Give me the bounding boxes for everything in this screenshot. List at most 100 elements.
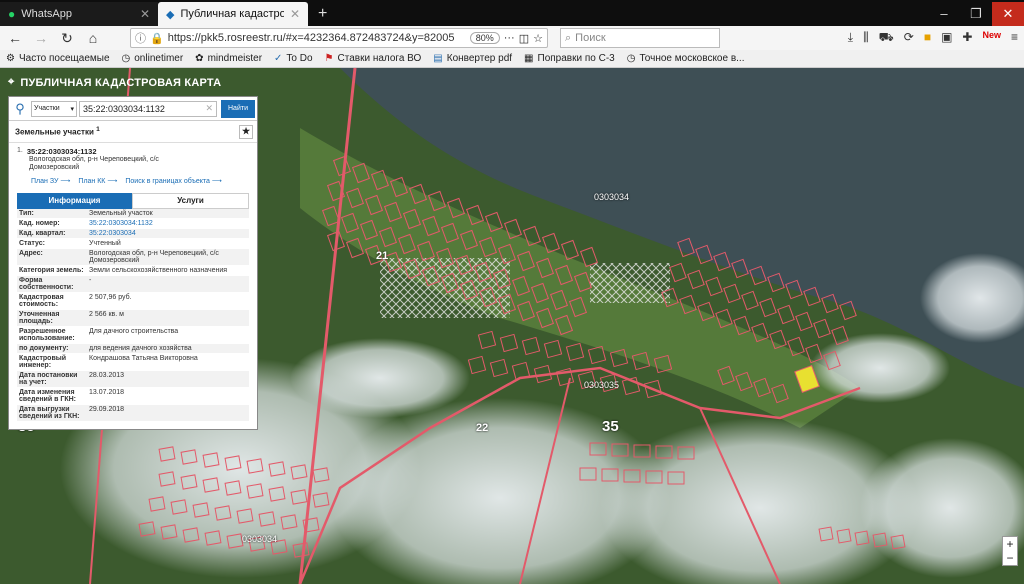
info-value: 28.03.2013 (89, 371, 125, 379)
info-tabs: Информация Услуги (17, 192, 249, 209)
plan-zu-link[interactable]: План ЗУ ⟶ (31, 177, 70, 185)
document-icon: ▦ (524, 53, 534, 64)
info-value: 29.09.2018 (89, 405, 125, 413)
bookmark-item[interactable]: ✓ To Do (274, 53, 313, 64)
bookmark-item[interactable]: ⚑ Ставки налога ВО (325, 53, 422, 64)
result-links: План ЗУ ⟶ План КК ⟶ Поиск в границах объ… (17, 177, 249, 185)
info-label: Статус: (19, 239, 45, 247)
info-label: Категория земель: (19, 266, 84, 274)
extension-icon[interactable]: ▣ (941, 30, 952, 46)
extension-icon[interactable]: ✚ (962, 30, 972, 46)
hatched-zone (590, 263, 670, 303)
url-bar[interactable]: ⓘ 🔒 https://pkk5.rosreestr.ru/#x=4232364… (130, 28, 548, 48)
app-title-text: ПУБЛИЧНАЯ КАДАСТРОВАЯ КАРТА (20, 76, 222, 89)
cart-icon[interactable]: ⛟ (879, 30, 894, 46)
info-row: Дата выгрузки сведений из ГКН: 29.09.2018 (17, 404, 249, 422)
new-badge-icon[interactable]: New (982, 30, 1001, 46)
bookmark-label: Часто посещаемые (18, 53, 110, 64)
more-icon[interactable]: ··· (504, 32, 515, 44)
info-row: Кадастровая стоимость: 2 507,96 руб. (17, 293, 249, 310)
back-icon[interactable]: ← (6, 30, 24, 46)
info-value: Земельный участок (89, 209, 153, 217)
info-value: 2 566 кв. м (89, 310, 124, 318)
address-line: Домозеровский (29, 164, 80, 172)
map-label: 35 (602, 418, 619, 435)
pocket-icon[interactable]: ◫ (519, 32, 529, 45)
tab-information[interactable]: Информация (17, 192, 132, 209)
bookmark-item[interactable]: ◷ onlinetimer (122, 53, 184, 64)
map-label: 0303034 (594, 192, 630, 202)
info-value: Кондрашова Татьяна Викторовна (89, 354, 198, 362)
info-row: Разрешенное использование: Для дачного ст… (17, 327, 249, 344)
map-label: 21 (376, 250, 389, 262)
info-label: Дата выгрузки сведений из ГКН: (19, 405, 80, 420)
bookmark-item[interactable]: ⚙ Часто посещаемые (6, 53, 110, 64)
tab-rosreestr[interactable]: ◆ Публичная кадастровая карта ✕ (158, 2, 308, 26)
bookmark-item[interactable]: ✿ mindmeister (195, 53, 262, 64)
cloud (810, 333, 950, 403)
reload-icon[interactable]: ↻ (58, 30, 76, 47)
bookmark-star-icon[interactable]: ☆ (533, 32, 543, 45)
tab-title: Публичная кадастровая карта (180, 8, 284, 20)
forward-icon[interactable]: → (32, 30, 50, 46)
map-pin-icon: ⌖ (8, 76, 15, 88)
gear-icon: ⚙ (6, 53, 15, 64)
new-tab-button[interactable]: + (308, 2, 337, 26)
url-text[interactable]: https://pkk5.rosreestr.ru/#x=4232364.872… (168, 32, 466, 44)
library-icon[interactable]: ⫼ (863, 30, 869, 46)
info-label: Дата постановки на учет: (19, 371, 78, 386)
section-title-text: Земельные участки (15, 127, 94, 137)
search-input[interactable]: ⌕ Поиск (560, 28, 720, 48)
plan-kk-link[interactable]: План КК ⟶ (78, 177, 117, 185)
info-row: Уточненная площадь: 2 566 кв. м (17, 309, 249, 327)
cadastral-search-input[interactable]: 35:22:0303034:1132 ✕ (79, 100, 217, 117)
info-row: Статус: Учтенный (17, 239, 249, 249)
info-row: Категория земель: Земли сельскохозяйствен… (17, 266, 249, 276)
tab-whatsapp[interactable]: ● WhatsApp ✕ (0, 2, 158, 26)
info-label: Форма собственности: (19, 276, 74, 291)
bookmark-color-icon[interactable]: ■ (924, 30, 931, 46)
info-table: Тип: Земельный участок Кад. номер: 35:22:03… (17, 208, 249, 422)
menu-icon[interactable]: ≡ (1011, 30, 1018, 46)
tab-services[interactable]: Услуги (132, 192, 249, 209)
bookmark-item[interactable]: ◷ Точное московское в... (627, 53, 745, 64)
info-row: Кад. квартал: 35:22:0303034 (17, 228, 249, 239)
info-row: Кадастровый инженер: Кондрашова Татьяна В… (17, 354, 249, 371)
find-button[interactable]: Найти (221, 99, 255, 118)
info-icon[interactable]: ⓘ (135, 30, 146, 46)
home-icon[interactable]: ⌂ (84, 30, 102, 46)
close-window-button[interactable]: ✕ (992, 2, 1024, 26)
info-value[interactable]: 35:22:0303034:1132 (87, 219, 249, 228)
info-label: Уточненная площадь: (19, 310, 60, 325)
sync-icon[interactable]: ⟳ (904, 30, 914, 46)
tab-bar: ● WhatsApp ✕ ◆ Публичная кадастровая кар… (0, 0, 1024, 26)
zoom-out-button[interactable]: − (1003, 551, 1017, 565)
bookmark-item[interactable]: ▤ Конвертер pdf (433, 53, 512, 64)
section-count: 1 (96, 126, 100, 134)
download-icon[interactable]: ⤓ (848, 30, 853, 46)
zoom-level[interactable]: 80% (469, 32, 500, 44)
info-label: Кад. квартал: (19, 229, 66, 237)
search-type-value: Участки (34, 105, 60, 112)
info-row: Тип: Земельный участок (17, 208, 249, 219)
clear-icon[interactable]: ✕ (205, 103, 213, 114)
bookmark-label: Ставки налога ВО (337, 53, 422, 64)
info-panel: ⚲ Участки ▾ 35:22:0303034:1132 ✕ Найти Зем… (8, 96, 258, 430)
favorite-star-icon[interactable]: ★ (239, 124, 253, 139)
search-icon[interactable]: ⚲ (9, 97, 31, 121)
result-header: 1. 35:22:0303034:1132 (17, 147, 249, 156)
minimize-button[interactable]: – (928, 2, 960, 26)
info-value[interactable]: 35:22:0303034 (87, 229, 249, 238)
close-tab-icon[interactable]: ✕ (140, 7, 150, 21)
bookmark-item[interactable]: ▦ Поправки по С-3 (524, 53, 615, 64)
search-type-select[interactable]: Участки ▾ (31, 100, 77, 117)
maximize-button[interactable]: ❐ (960, 2, 992, 26)
zoom-in-button[interactable]: + (1003, 537, 1017, 551)
bookmark-label: To Do (286, 53, 313, 64)
lock-icon: 🔒 (150, 32, 164, 45)
result-card[interactable]: 1. 35:22:0303034:1132 Вологодская обл, р… (9, 143, 257, 189)
info-row: Форма собственности: - (17, 275, 249, 293)
info-value: Вологодская обл, р-н Череповецкий, с/с Д… (89, 249, 219, 264)
close-tab-icon[interactable]: ✕ (290, 7, 300, 21)
search-within-link[interactable]: Поиск в границах объекта ⟶ (125, 177, 222, 185)
